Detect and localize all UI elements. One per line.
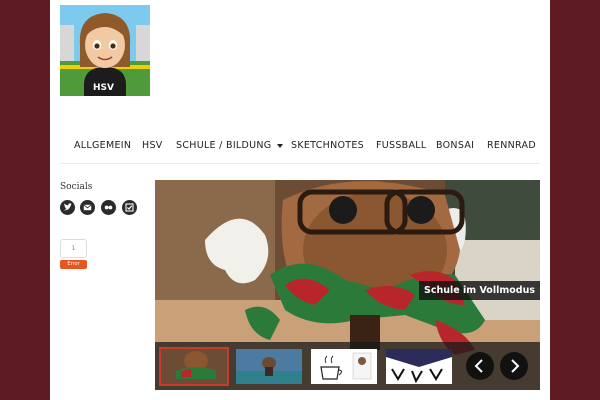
nav-item-hsv[interactable]: HSV [142,140,163,151]
nav-item-schule-bildung-label: SCHULE / BILDUNG [176,140,272,151]
slider-prev-button[interactable] [466,352,494,380]
chevron-down-icon [277,143,284,148]
slider-next-button[interactable] [500,352,528,380]
site-logo-avatar[interactable]: HSV [60,5,150,96]
thumbnail-strip [155,342,540,390]
share-counter-button[interactable]: Error [60,260,87,269]
nav-item-rennrad[interactable]: RENNRAD [487,140,536,151]
main-navigation: ALLGEMEIN HSV SCHULE / BILDUNG SKETCHNOT… [50,137,550,157]
flickr-icon[interactable] [101,200,116,215]
featured-slider[interactable]: Schule im Vollmodus [155,180,540,390]
socials-heading: Socials [60,182,93,192]
thumbnail-item[interactable] [159,347,229,386]
thumbnail-item[interactable] [236,349,302,384]
page-container: HSV ALLGEMEIN HSV SCHULE / BILDUNG SKETC… [50,0,550,400]
chevron-left-icon [474,359,483,373]
thumbnail-item[interactable] [386,349,452,384]
nav-divider [60,163,540,164]
nav-item-sketchnotes[interactable]: SKETCHNOTES [291,140,364,151]
slide-caption: Schule im Vollmodus [419,281,540,300]
nav-item-allgemein[interactable]: ALLGEMEIN [74,140,131,151]
thumbnail-item[interactable] [311,349,377,384]
thumbnail-figure-scarf [161,349,227,384]
nav-item-fussball[interactable]: FUSSBALL [376,140,426,151]
share-counter: 1 [60,239,87,258]
thumbnail-coffee-sketch [311,349,377,384]
email-icon[interactable] [80,200,95,215]
delicious-icon[interactable] [122,200,137,215]
chevron-right-icon [511,359,520,373]
nav-item-bonsai[interactable]: BONSAI [436,140,474,151]
nav-item-schule-bildung[interactable]: SCHULE / BILDUNG [176,140,284,151]
twitter-icon[interactable] [60,200,75,215]
logo-jersey-text: HSV [93,83,114,93]
thumbnail-figure-desk [236,349,302,384]
thumbnail-dark-sketch [386,349,452,384]
